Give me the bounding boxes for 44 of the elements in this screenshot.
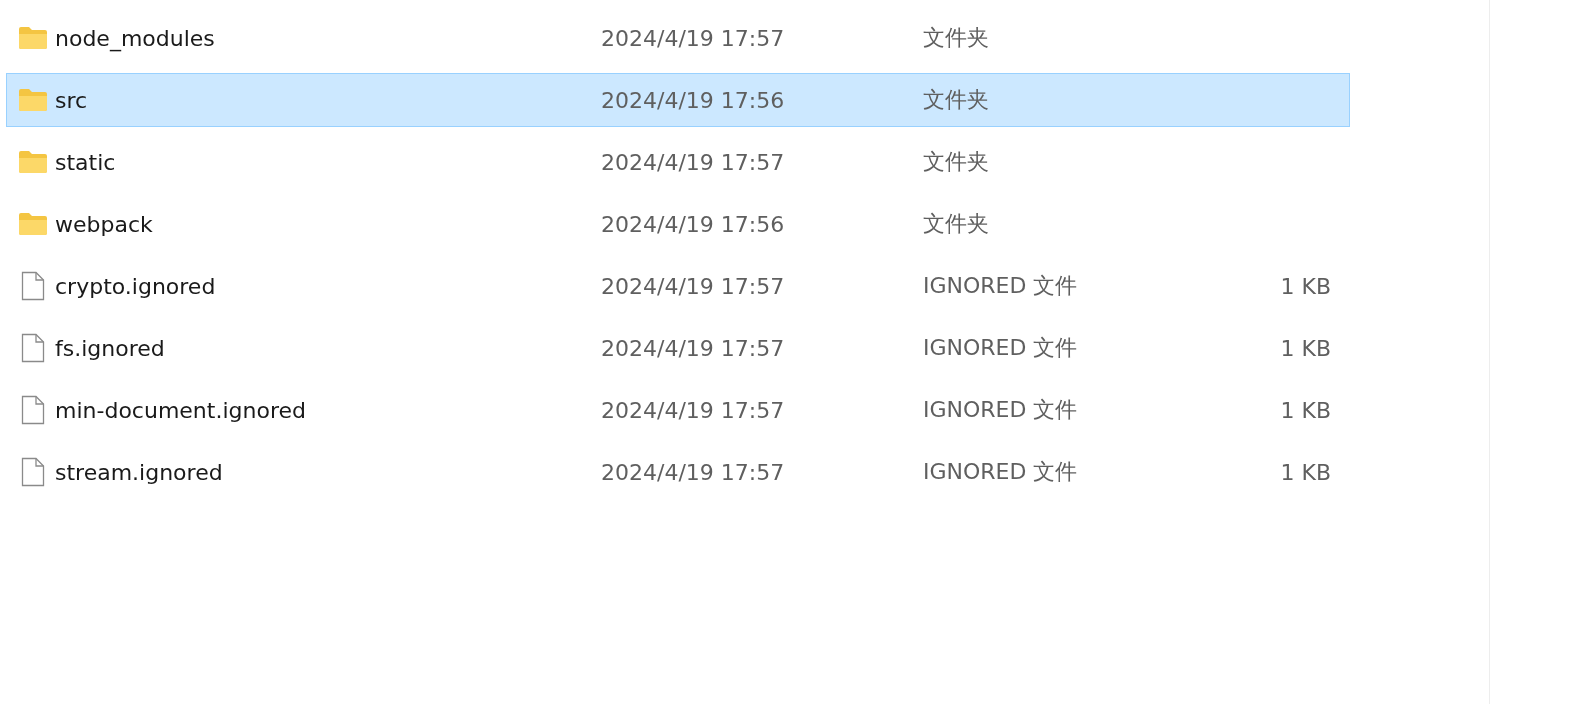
file-row[interactable]: node_modules 2024/4/19 17:57 文件夹	[6, 11, 1350, 65]
folder-icon	[18, 88, 48, 112]
file-type: IGNORED 文件	[923, 458, 1079, 486]
file-icon	[21, 271, 45, 301]
file-type: 文件夹	[923, 86, 990, 114]
file-row[interactable]: webpack 2024/4/19 17:56 文件夹	[6, 197, 1350, 251]
file-row[interactable]: crypto.ignored 2024/4/19 17:57 IGNORED 文件 1 KB	[6, 259, 1350, 313]
file-row[interactable]: stream.ignored 2024/4/19 17:57 IGNORED 文件 1 KB	[6, 445, 1350, 499]
date-modified: 2024/4/19 17:57	[601, 149, 786, 175]
file-size: 1 KB	[1279, 397, 1331, 423]
file-name: fs.ignored	[55, 335, 166, 361]
file-type: IGNORED 文件	[923, 334, 1079, 362]
file-name: src	[55, 87, 89, 113]
file-icon	[21, 457, 45, 487]
file-icon	[21, 333, 45, 363]
date-modified: 2024/4/19 17:56	[601, 211, 786, 237]
file-row[interactable]: src 2024/4/19 17:56 文件夹	[6, 73, 1350, 127]
file-size: 1 KB	[1279, 459, 1331, 485]
file-name: stream.ignored	[55, 459, 224, 485]
date-modified: 2024/4/19 17:57	[601, 335, 786, 361]
file-type: IGNORED 文件	[923, 396, 1079, 424]
file-type: 文件夹	[923, 148, 990, 176]
file-row[interactable]: min-document.ignored 2024/4/19 17:57 IGNORED 文件 1 KB	[6, 383, 1350, 437]
file-type: 文件夹	[923, 210, 990, 238]
file-name: min-document.ignored	[55, 397, 307, 423]
date-modified: 2024/4/19 17:57	[601, 459, 786, 485]
file-name: static	[55, 149, 117, 175]
file-size: 1 KB	[1279, 335, 1331, 361]
date-modified: 2024/4/19 17:57	[601, 397, 786, 423]
file-name: crypto.ignored	[55, 273, 217, 299]
file-row[interactable]: fs.ignored 2024/4/19 17:57 IGNORED 文件 1 KB	[6, 321, 1350, 375]
date-modified: 2024/4/19 17:57	[601, 25, 786, 51]
file-name: webpack	[55, 211, 154, 237]
date-modified: 2024/4/19 17:57	[601, 273, 786, 299]
file-type: 文件夹	[923, 24, 990, 52]
date-modified: 2024/4/19 17:56	[601, 87, 786, 113]
folder-icon	[18, 150, 48, 174]
file-type: IGNORED 文件	[923, 272, 1079, 300]
folder-icon	[18, 212, 48, 236]
file-icon	[21, 395, 45, 425]
folder-icon	[18, 26, 48, 50]
file-size: 1 KB	[1279, 273, 1331, 299]
file-row[interactable]: static 2024/4/19 17:57 文件夹	[6, 135, 1350, 189]
file-name: node_modules	[55, 25, 216, 51]
